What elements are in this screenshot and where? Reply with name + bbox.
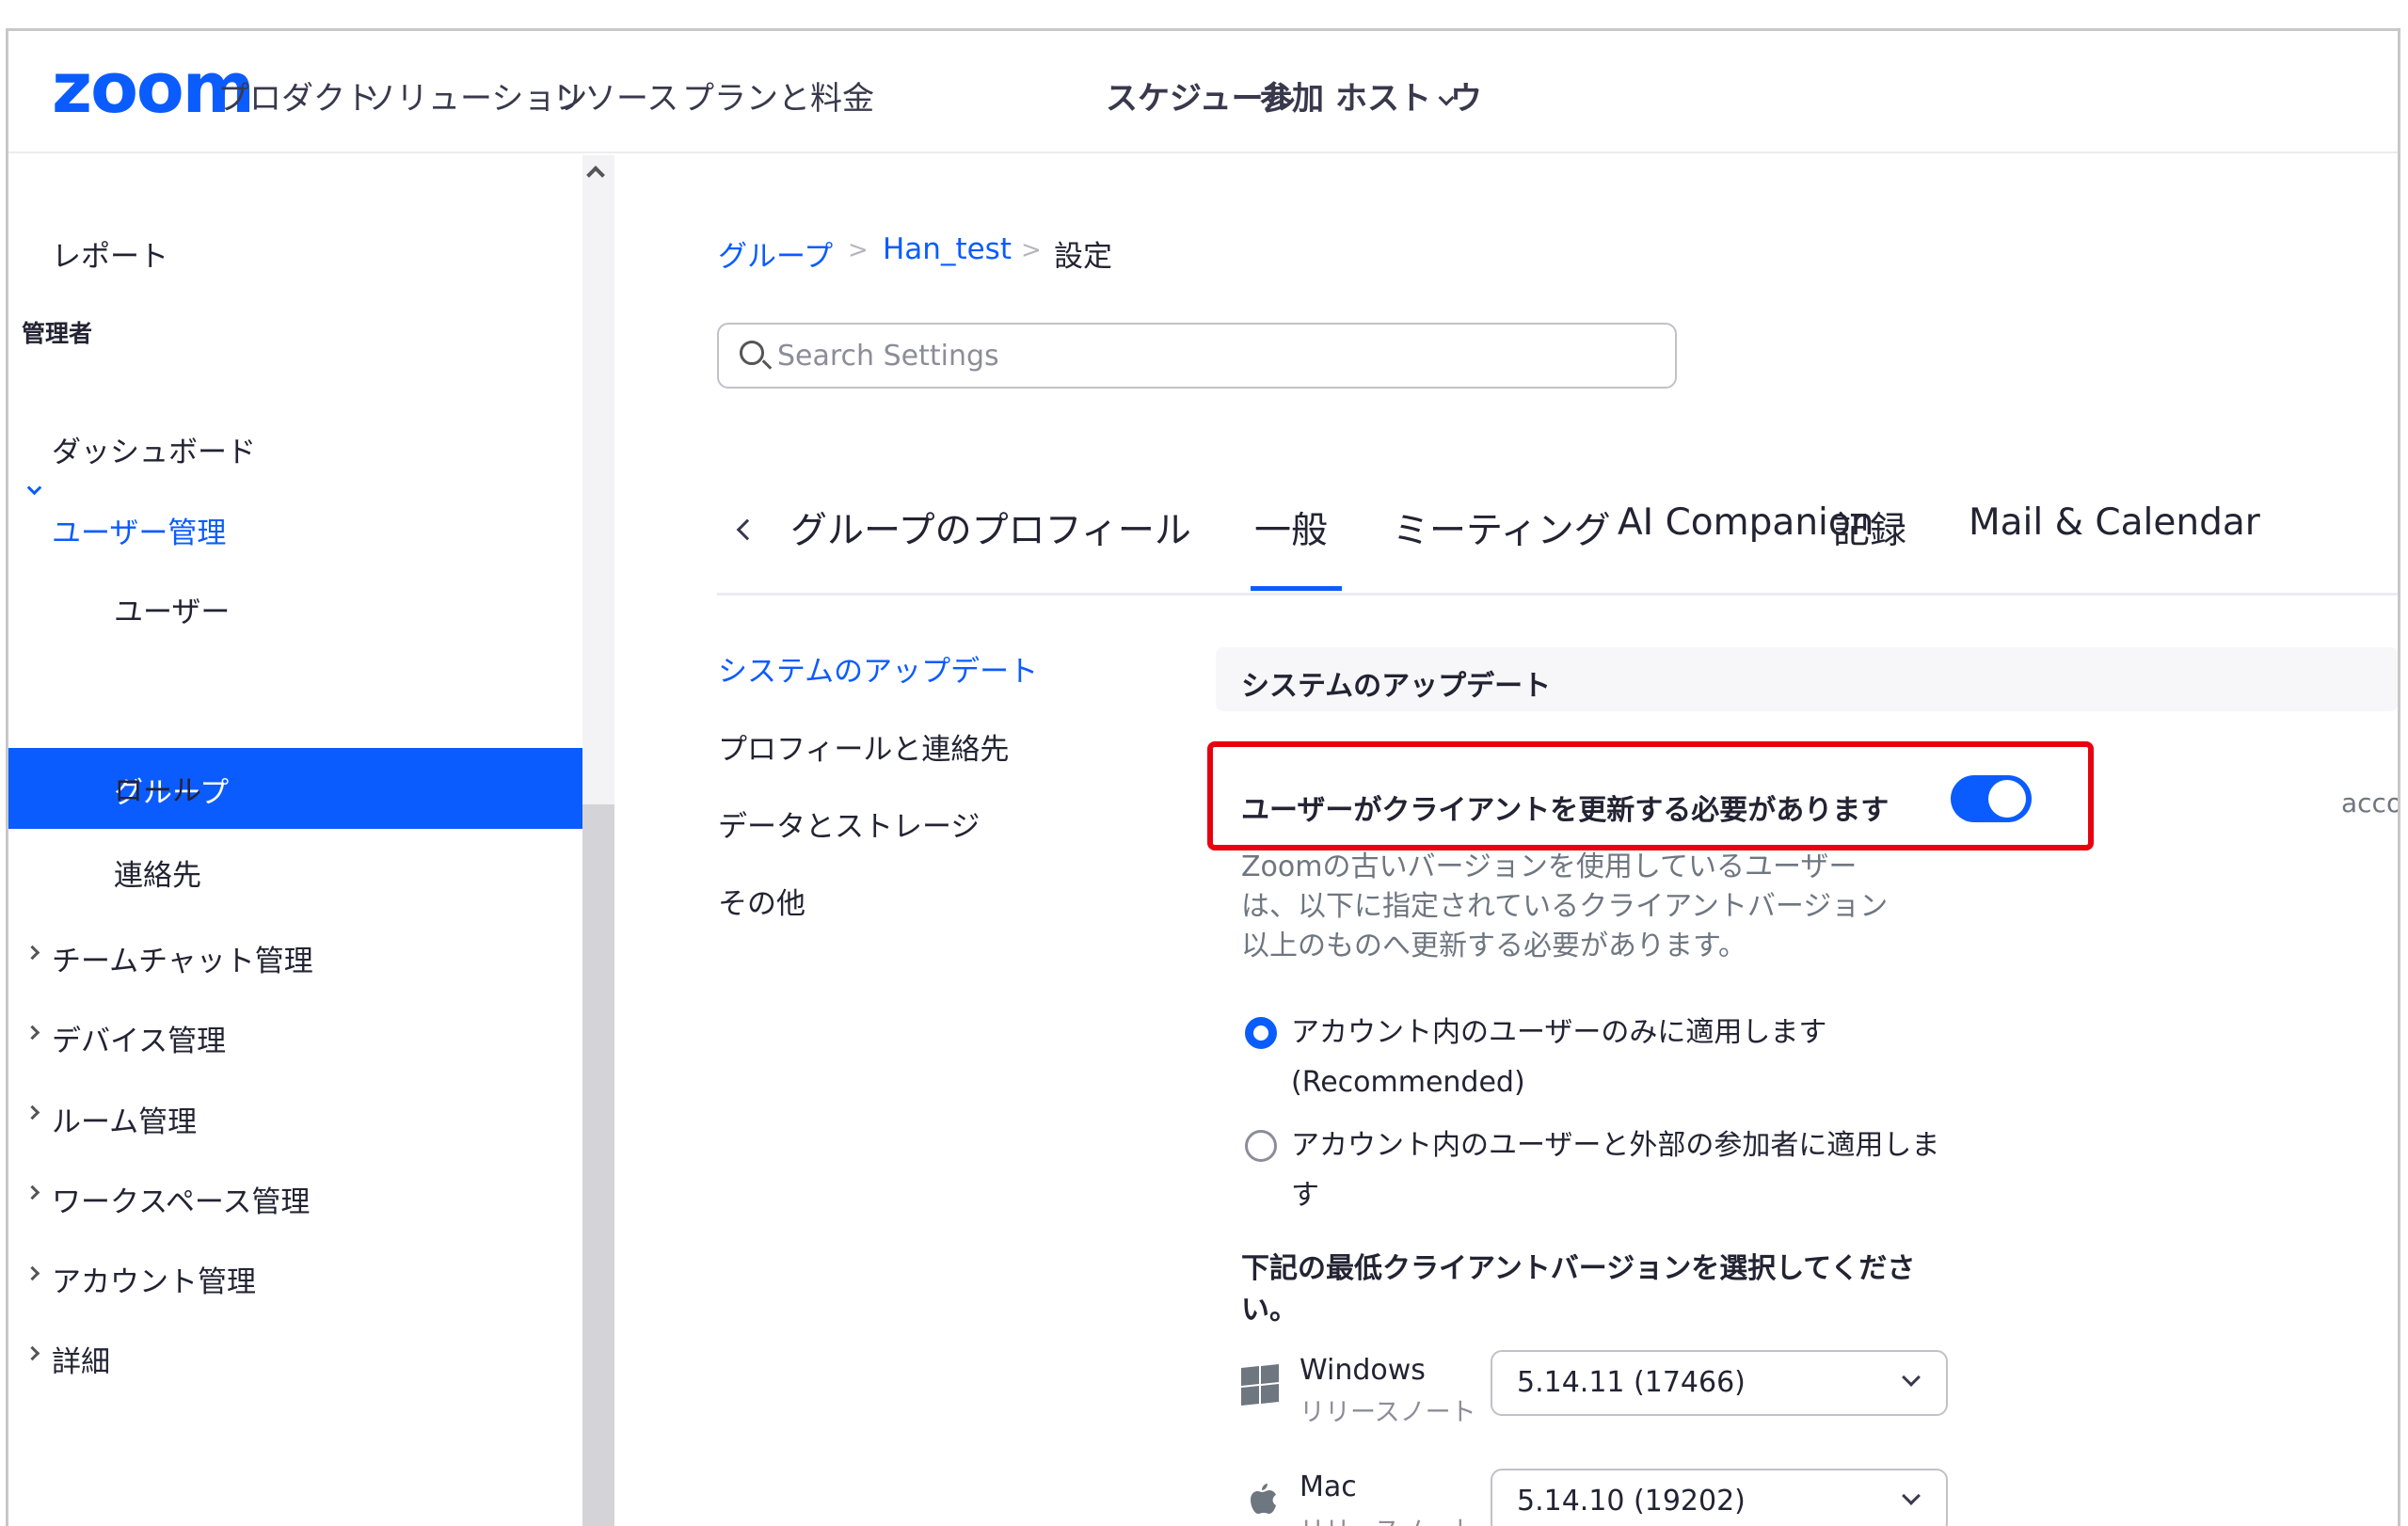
- windows-icon: [1241, 1364, 1279, 1406]
- chevron-right-icon[interactable]: [24, 1025, 40, 1041]
- tab-meeting[interactable]: ミーティング: [1393, 501, 1611, 554]
- active-tab-indicator: [1251, 586, 1342, 591]
- tab-recording[interactable]: 記録: [1833, 501, 1906, 554]
- sidebar-item-report[interactable]: レポート: [52, 232, 168, 275]
- subnav-profile-contacts[interactable]: プロフィールと連絡先: [718, 725, 1009, 768]
- chevron-right-icon[interactable]: [24, 945, 40, 961]
- sidebar-item-device[interactable]: デバイス管理: [52, 1017, 226, 1059]
- sidebar-scrollbar[interactable]: [582, 155, 614, 1526]
- chevron-left-icon[interactable]: [736, 518, 758, 541]
- radio-include-external[interactable]: [1245, 1130, 1277, 1162]
- section-header: システムのアップデート: [1216, 647, 2398, 711]
- scrollbar-thumb[interactable]: [582, 804, 614, 1526]
- chevron-down-icon: [1902, 1368, 1921, 1387]
- sidebar-item-contacts[interactable]: 連絡先: [114, 851, 201, 894]
- require-update-toggle[interactable]: [1951, 775, 2032, 822]
- nav-web-cutoff[interactable]: ウ: [1450, 72, 1482, 119]
- chevron-down-icon: [1902, 1486, 1921, 1505]
- sidebar-item-advanced[interactable]: 詳細: [52, 1338, 110, 1380]
- chevron-down-icon[interactable]: [26, 480, 42, 496]
- subnav-data-storage[interactable]: データとストレージ: [718, 803, 980, 845]
- search-box[interactable]: [717, 323, 1677, 389]
- tab-group-profile[interactable]: グループのプロフィール: [790, 501, 1191, 554]
- windows-version-select[interactable]: 5.14.11 (17466): [1491, 1350, 1948, 1416]
- chevron-right-icon[interactable]: [24, 1345, 40, 1361]
- sidebar-item-team-chat[interactable]: チームチャット管理: [52, 937, 313, 979]
- chevron-right-icon[interactable]: [24, 1184, 40, 1200]
- nav-host[interactable]: ホスト: [1335, 72, 1455, 119]
- sidebar-item-user-management[interactable]: ユーザー管理: [52, 509, 226, 551]
- radio-account-users-only[interactable]: [1245, 1017, 1277, 1049]
- breadcrumb-group-name[interactable]: Han_test: [883, 232, 1012, 266]
- nav-join[interactable]: 参加: [1260, 72, 1324, 119]
- subnav-other[interactable]: その他: [718, 880, 805, 922]
- sidebar-item-users[interactable]: ユーザー: [114, 588, 230, 630]
- sidebar-item-room[interactable]: ルーム管理: [52, 1098, 197, 1140]
- side-text-cutoff: accou: [2341, 787, 2398, 819]
- sidebar-item-workspace[interactable]: ワークスペース管理: [52, 1178, 310, 1220]
- min-version-title: 下記の最低クライアントバージョンを選択してくださ い。: [1241, 1252, 1916, 1327]
- tab-general[interactable]: 一般: [1254, 501, 1328, 554]
- windows-release-notes-link[interactable]: リリースノート: [1300, 1391, 1476, 1428]
- mac-release-notes-link[interactable]: リリースノート: [1300, 1510, 1476, 1526]
- mac-version-select[interactable]: 5.14.10 (19202): [1491, 1469, 1948, 1526]
- chevron-right-icon[interactable]: [24, 1265, 40, 1281]
- toggle-knob: [1988, 780, 2026, 818]
- windows-version-value: 5.14.11 (17466): [1517, 1366, 1746, 1399]
- sidebar: レポート 管理者 ダッシュボード ユーザー管理 ユーザー グループ ロール 連絡…: [8, 155, 582, 1526]
- radio-account-users-only-label[interactable]: アカウント内のユーザーのみに適用します (Recommended): [1291, 1008, 1969, 1107]
- scroll-up-icon[interactable]: [586, 166, 605, 184]
- nav-host-label: ホスト: [1335, 80, 1431, 118]
- setting-description: Zoomの古いバージョンを使用しているユーザー は、以下に指定されているクライア…: [1241, 850, 1889, 962]
- apple-icon: [1251, 1484, 1276, 1514]
- sidebar-section-admin: 管理者: [22, 320, 93, 347]
- main-content: グループ > Han_test > 設定 グループのプロフィール 一般 ミーティ…: [614, 155, 2398, 1526]
- nav-resources[interactable]: リソース: [552, 72, 678, 119]
- windows-label: Windows: [1300, 1354, 1426, 1387]
- search-input[interactable]: [777, 334, 1624, 377]
- search-icon: [740, 341, 764, 365]
- settings-tabs: グループのプロフィール 一般 ミーティング AI Companion 記録 Ma…: [717, 485, 2398, 596]
- mac-label: Mac: [1300, 1470, 1357, 1503]
- section-title: システムのアップデート: [1241, 670, 1552, 703]
- subnav-system-update[interactable]: システムのアップデート: [718, 647, 1038, 690]
- setting-label: ユーザーがクライアントを更新する必要があります: [1241, 794, 1890, 827]
- breadcrumb-separator: >: [1021, 236, 1042, 264]
- breadcrumb-separator: >: [848, 236, 869, 264]
- top-navigation: zoom プロダクト ソリューション リソース プランと料金 スケジュール 参加…: [8, 31, 2398, 153]
- sidebar-item-account[interactable]: アカウント管理: [52, 1258, 256, 1300]
- sidebar-item-dashboard[interactable]: ダッシュボード: [52, 428, 256, 470]
- nav-products[interactable]: プロダクト: [217, 72, 377, 119]
- nav-plans-pricing[interactable]: プランと料金: [682, 72, 874, 119]
- radio-include-external-label[interactable]: アカウント内のユーザーと外部の参加者に適用しま す: [1291, 1121, 1969, 1220]
- breadcrumb-current: 設定: [1054, 240, 1112, 274]
- sidebar-item-groups[interactable]: グループ: [8, 748, 582, 829]
- tab-mail-calendar[interactable]: Mail & Calendar: [1969, 501, 2260, 544]
- app-window: zoom プロダクト ソリューション リソース プランと料金 スケジュール 参加…: [6, 28, 2400, 1526]
- breadcrumb-groups[interactable]: グループ: [718, 232, 833, 275]
- mac-version-value: 5.14.10 (19202): [1517, 1485, 1746, 1518]
- sidebar-item-roles[interactable]: ロール: [114, 767, 201, 809]
- chevron-right-icon[interactable]: [24, 1105, 40, 1121]
